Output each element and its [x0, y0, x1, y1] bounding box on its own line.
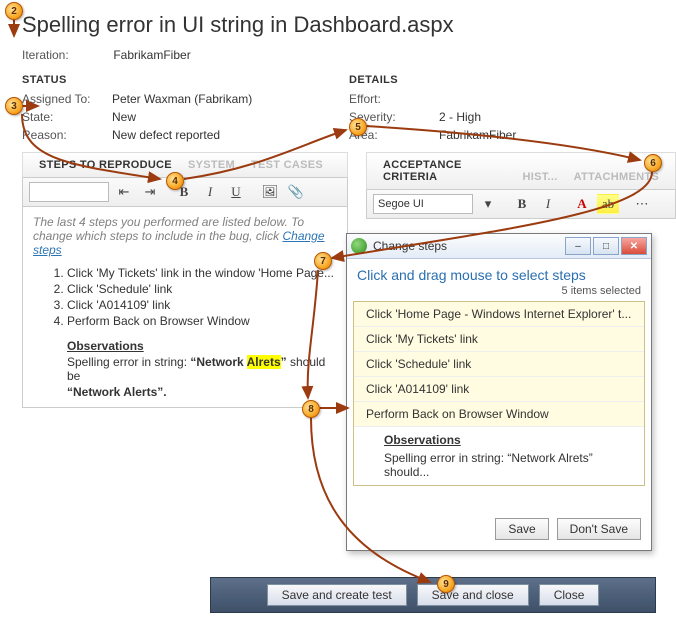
font-color-icon[interactable]: A: [571, 194, 593, 214]
callout-3: 3: [5, 97, 23, 115]
details-section: DETAILS Effort: Severity:2 - High Area:F…: [349, 74, 676, 144]
tab-history[interactable]: HIST...: [515, 169, 566, 185]
italic-icon[interactable]: I: [199, 182, 221, 202]
cs-step-list[interactable]: Click 'Home Page - Windows Internet Expl…: [353, 301, 645, 486]
save-and-create-test-button[interactable]: Save and create test: [267, 584, 407, 606]
obs-text-a: Spelling error in string:: [67, 355, 190, 369]
cs-titlebar[interactable]: Change steps ‒ □ ✕: [347, 234, 651, 259]
step-1: Click 'My Tickets' link in the window 'H…: [67, 265, 337, 281]
highlight-icon[interactable]: ab: [597, 194, 619, 214]
iteration-label: Iteration:: [22, 48, 110, 62]
callout-8: 8: [302, 400, 320, 418]
cs-save-button[interactable]: Save: [495, 518, 548, 540]
cs-obs-heading: Observations: [384, 433, 632, 447]
assigned-to-value: Peter Waxman (Fabrikam): [112, 92, 252, 106]
cs-obs-detail: Spelling error in string: “Network Alret…: [384, 451, 632, 479]
more-icon[interactable]: ⋯: [631, 194, 653, 214]
effort-label: Effort:: [349, 92, 439, 106]
bottom-action-bar: Save and create test Save and close Clos…: [210, 577, 656, 613]
cs-row-0[interactable]: Click 'Home Page - Windows Internet Expl…: [354, 302, 644, 327]
tab-acceptance[interactable]: ACCEPTANCE CRITERIA: [375, 157, 515, 185]
outdent-icon[interactable]: ⇤: [113, 182, 135, 202]
maximize-icon[interactable]: □: [593, 237, 619, 255]
step-2: Click 'Schedule' link: [67, 281, 337, 297]
callout-6: 6: [644, 154, 662, 172]
acc-tabstrip: ACCEPTANCE CRITERIA HIST... ATTACHMENTS: [366, 152, 676, 190]
state-value: New: [112, 110, 136, 124]
details-header: DETAILS: [349, 74, 658, 86]
style-dropdown[interactable]: [29, 182, 109, 202]
iteration-row: Iteration: FabrikamFiber: [0, 48, 676, 74]
minimize-icon[interactable]: ‒: [565, 237, 591, 255]
close-icon[interactable]: ✕: [621, 237, 647, 255]
area-value: FabrikamFiber: [439, 128, 516, 142]
tab-steps-to-reproduce[interactable]: STEPS TO REPRODUCE: [31, 157, 180, 173]
obs-highlight: Alrets: [247, 355, 281, 369]
tab-system[interactable]: SYSTEM: [180, 157, 243, 173]
reason-label: Reason:: [22, 128, 112, 142]
acc-italic-icon[interactable]: I: [537, 194, 559, 214]
step-3: Click 'A014109' link: [67, 297, 337, 313]
cs-row-2[interactable]: Click 'Schedule' link: [354, 352, 644, 377]
font-dropdown[interactable]: Segoe UI: [373, 194, 473, 214]
font-dd-icon[interactable]: ▾: [477, 194, 499, 214]
cs-selection-count: 5 items selected: [347, 283, 651, 301]
severity-value: 2 - High: [439, 110, 481, 124]
callout-7: 7: [314, 252, 332, 270]
cs-row-4[interactable]: Perform Back on Browser Window: [354, 402, 644, 427]
steps-tabstrip: STEPS TO REPRODUCE SYSTEM TEST CASES: [22, 152, 348, 178]
image-icon[interactable]: 🖼: [259, 182, 281, 202]
cs-subtitle: Click and drag mouse to select steps: [347, 259, 651, 283]
cs-row-3[interactable]: Click 'A014109' link: [354, 377, 644, 402]
state-label: State:: [22, 110, 112, 124]
obs-q1: “Network: [190, 355, 246, 369]
observations-text: Spelling error in string: “Network Alret…: [67, 355, 337, 383]
close-button[interactable]: Close: [539, 584, 600, 606]
tab-test-cases[interactable]: TEST CASES: [243, 157, 331, 173]
status-section: STATUS Assigned To:Peter Waxman (Fabrika…: [22, 74, 349, 144]
iteration-value: FabrikamFiber: [113, 48, 190, 62]
page-title: Spelling error in UI string in Dashboard…: [0, 0, 676, 48]
change-steps-window: Change steps ‒ □ ✕ Click and drag mouse …: [346, 233, 652, 551]
steps-body[interactable]: The last 4 steps you performed are liste…: [22, 207, 348, 408]
cs-title-text: Change steps: [373, 239, 447, 253]
steps-hint: The last 4 steps you performed are liste…: [33, 215, 337, 257]
steps-toolbar: ⇤ ⇥ B I U 🖼 📎: [22, 178, 348, 207]
callout-9: 9: [437, 575, 455, 593]
steps-hint-text: The last 4 steps you performed are liste…: [33, 215, 304, 243]
assigned-to-label: Assigned To:: [22, 92, 112, 106]
observations-heading: Observations: [67, 339, 337, 353]
indent-icon[interactable]: ⇥: [139, 182, 161, 202]
step-4: Perform Back on Browser Window: [67, 313, 337, 329]
callout-2: 2: [5, 2, 23, 20]
status-header: STATUS: [22, 74, 331, 86]
obs-line2: “Network Alerts”.: [67, 385, 167, 399]
cs-observations: Observations Spelling error in string: “…: [354, 427, 644, 485]
attach-icon[interactable]: 📎: [285, 182, 307, 202]
cs-row-1[interactable]: Click 'My Tickets' link: [354, 327, 644, 352]
callout-5: 5: [349, 118, 367, 136]
acc-toolbar: Segoe UI ▾ B I A ab ⋯: [366, 190, 676, 219]
cs-app-icon: [351, 238, 367, 254]
underline-icon[interactable]: U: [225, 182, 247, 202]
reason-value: New defect reported: [112, 128, 220, 142]
callout-4: 4: [166, 172, 184, 190]
cs-dont-save-button[interactable]: Don't Save: [557, 518, 641, 540]
acc-bold-icon[interactable]: B: [511, 194, 533, 214]
save-and-close-button[interactable]: Save and close: [417, 584, 529, 606]
